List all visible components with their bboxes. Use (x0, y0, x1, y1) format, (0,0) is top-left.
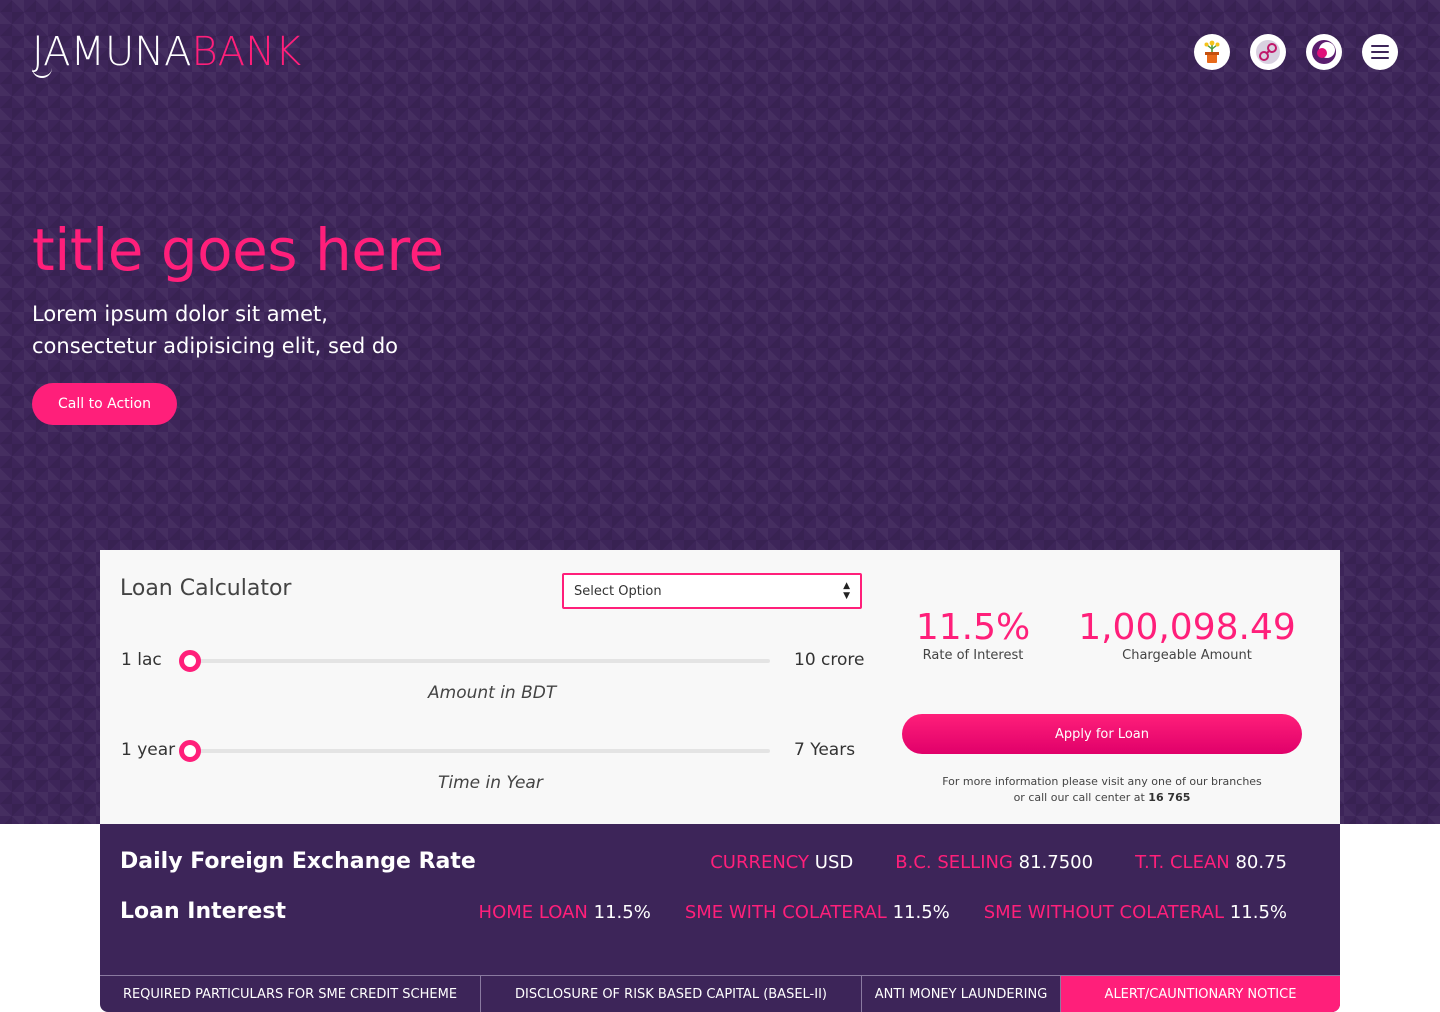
time-min-label: 1 year (121, 740, 176, 760)
amount-min-label: 1 lac (121, 650, 162, 670)
select-arrows-icon: ▲ ▼ (843, 581, 850, 601)
loan-calculator-title: Loan Calculator (120, 576, 292, 601)
bank-logo[interactable]: JAMUNA BANK (32, 26, 301, 82)
flower-pot-icon[interactable] (1194, 34, 1230, 70)
interest-item: SME WITH COLATERAL 11.5% (685, 902, 950, 923)
loan-calculator: Loan Calculator Select Option ▲ ▼ 1 lac 1… (100, 550, 1340, 824)
interest-value: 11.5% (593, 902, 651, 923)
call-to-action-button[interactable]: Call to Action (32, 383, 177, 425)
logo-text-bank: BANK (191, 29, 302, 75)
amount-caption: Amount in BDT (428, 683, 557, 703)
hero-subtitle: Lorem ipsum dolor sit amet, consectetur … (32, 302, 399, 358)
amount-value: 1,00,098.49 (1078, 607, 1296, 648)
interest-key: SME WITH COLATERAL (684, 902, 887, 923)
info-line-2-text: or call our call center at (1013, 791, 1145, 804)
interest-item: SME WITHOUT COLATERAL 11.5% (984, 902, 1287, 923)
info-line-2: or call our call center at 16 765 (902, 790, 1302, 806)
chargeable-amount: 1,00,098.49 Chargeable Amount (1077, 607, 1297, 664)
amount-max-label: 10 crore (794, 650, 865, 670)
info-line-1: For more information please visit any on… (942, 775, 1262, 788)
time-caption: Time in Year (438, 773, 543, 793)
notice-tabs: REQUIRED PARTICULARS FOR SME CREDIT SCHE… (100, 975, 1340, 1012)
hero-title: title goes here (32, 216, 444, 284)
exchange-item: B.C. SELLING 81.7500 (895, 852, 1093, 873)
tab-sme-credit-scheme[interactable]: REQUIRED PARTICULARS FOR SME CREDIT SCHE… (100, 976, 481, 1012)
logo-text-jamuna: JAMUNA (32, 29, 192, 75)
link-icon[interactable] (1250, 34, 1286, 70)
apply-for-loan-button[interactable]: Apply for Loan (902, 714, 1302, 754)
amount-slider-track[interactable] (179, 650, 770, 672)
exchange-item: CURRENCY USD (710, 852, 853, 873)
interest-value: 11.5% (1229, 902, 1287, 923)
select-value: Select Option (574, 583, 662, 599)
loan-type-select[interactable]: Select Option ▲ ▼ (562, 573, 862, 609)
tab-anti-money-laundering[interactable]: ANTI MONEY LAUNDERING (862, 976, 1061, 1012)
exchange-value: USD (814, 852, 854, 873)
amount-slider-handle[interactable] (179, 650, 201, 672)
exchange-key: CURRENCY (710, 852, 810, 873)
tab-basel-disclosure[interactable]: DISCLOSURE OF RISK BASED CAPITAL (BASEL-… (481, 976, 862, 1012)
call-center-number: 16 765 (1148, 791, 1191, 804)
time-slider-row: 1 year 7 Years (120, 735, 865, 765)
menu-icon[interactable] (1362, 34, 1398, 70)
interest-key: HOME LOAN (478, 902, 588, 923)
amount-label: Chargeable Amount (1122, 648, 1252, 663)
exchange-value: 80.75 (1235, 852, 1287, 873)
exchange-key: T.T. CLEAN (1135, 852, 1230, 873)
interest-item: HOME LOAN 11.5% (479, 902, 651, 923)
exchange-rate-title: Daily Foreign Exchange Rate (120, 849, 476, 874)
contact-info: For more information please visit any on… (902, 774, 1302, 806)
interest-key: SME WITHOUT COLATERAL (983, 902, 1225, 923)
rate-label: Rate of Interest (922, 648, 1024, 663)
interest-value: 11.5% (892, 902, 950, 923)
loan-interest-title: Loan Interest (120, 899, 286, 924)
tab-alert-notice[interactable]: ALERT/CAUNTIONARY NOTICE (1061, 976, 1340, 1012)
rates-panel: Daily Foreign Exchange Rate CURRENCY USD… (100, 824, 1340, 975)
rate-of-interest: 11.5% Rate of Interest (908, 607, 1038, 664)
header-actions (1194, 34, 1398, 70)
exchange-rate-items: CURRENCY USD B.C. SELLING 81.7500 T.T. C… (710, 852, 1287, 873)
time-max-label: 7 Years (794, 740, 856, 760)
amount-slider-row: 1 lac 10 crore (120, 645, 865, 675)
exchange-item: T.T. CLEAN 80.75 (1135, 852, 1287, 873)
exchange-value: 81.7500 (1018, 852, 1094, 873)
time-slider-handle[interactable] (179, 740, 201, 762)
loan-interest-items: HOME LOAN 11.5% SME WITH COLATERAL 11.5%… (479, 902, 1287, 923)
moon-icon[interactable] (1306, 34, 1342, 70)
rate-value: 11.5% (915, 607, 1031, 648)
time-slider-track[interactable] (179, 740, 770, 762)
exchange-key: B.C. SELLING (895, 852, 1013, 873)
